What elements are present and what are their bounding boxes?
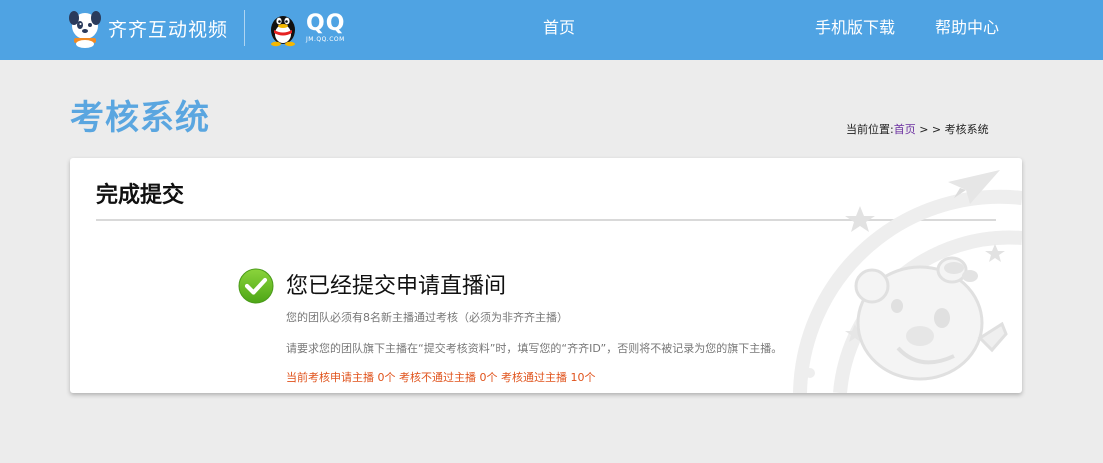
page-title: 考核系统 — [70, 98, 210, 138]
instruction-note: 请要求您的团队旗下主播在“提交考核资料”时，填写您的“齐齐ID”，否则将不被记录… — [286, 342, 783, 355]
breadcrumb: 当前位置:首页 > > 考核系统 — [846, 123, 989, 137]
card-title: 完成提交 — [96, 183, 185, 208]
requirement-note: 您的团队必须有8名新主播通过考核（必须为非齐齐主播） — [286, 311, 568, 324]
top-navigation-bar: 齐齐互动视频 QQ JM.QQ.COM 首页 手机版下载 帮助中心 — [0, 0, 1103, 60]
breadcrumb-home-link[interactable]: 首页 — [894, 123, 916, 136]
qq-domain-text: JM.QQ.COM — [306, 36, 345, 43]
qq-logo-text: QQ — [306, 11, 346, 36]
success-message: 您已经提交申请直播间 — [286, 274, 507, 299]
nav-home-link[interactable]: 首页 — [543, 18, 575, 38]
submission-result-card: 完成提交 您已经提交申请直播间 您的团队必须有8名新主播通过考核（必须为非齐齐主… — [70, 158, 1022, 393]
dog-mascot-icon — [69, 11, 101, 48]
check-circle-icon — [238, 268, 274, 304]
header-divider — [244, 10, 245, 46]
qq-logo-link[interactable]: QQ JM.QQ.COM — [266, 8, 345, 48]
mascot-watermark-icon — [793, 170, 1022, 393]
nav-help-center-link[interactable]: 帮助中心 — [935, 18, 999, 38]
nav-mobile-download-link[interactable]: 手机版下载 — [815, 18, 895, 38]
brand-name: 齐齐互动视频 — [108, 18, 229, 41]
breadcrumb-prefix: 当前位置: — [846, 123, 894, 136]
brand-logo-link[interactable]: 齐齐互动视频 — [68, 6, 228, 50]
qq-penguin-icon — [271, 16, 295, 47]
breadcrumb-separator: > > — [915, 123, 945, 136]
breadcrumb-current: 考核系统 — [944, 123, 989, 136]
review-stats: 当前考核申请主播 0个 考核不通过主播 0个 考核通过主播 10个 — [286, 371, 596, 384]
